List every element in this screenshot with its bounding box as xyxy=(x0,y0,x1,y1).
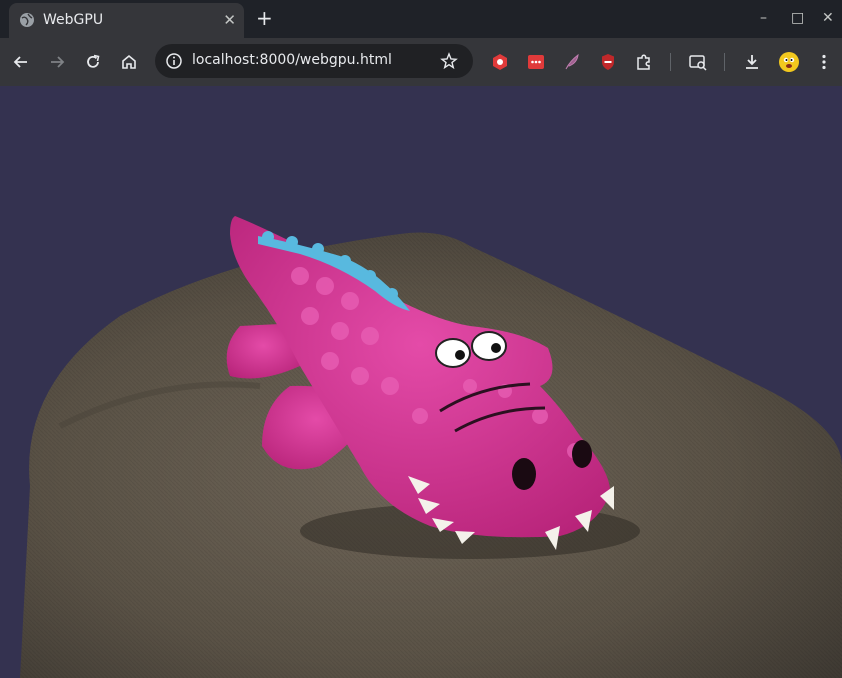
reload-icon[interactable] xyxy=(83,52,103,72)
hexagon-extension-icon[interactable] xyxy=(490,52,510,72)
webgpu-canvas[interactable] xyxy=(0,86,842,678)
browser-toolbar: localhost:8000/webgpu.html xyxy=(0,38,842,87)
feather-icon[interactable] xyxy=(562,52,582,72)
bookmark-star-icon[interactable] xyxy=(440,52,458,70)
tab-strip: WebGPU ✕ + – □ ✕ xyxy=(0,0,842,38)
minimize-button[interactable]: – xyxy=(760,10,767,26)
menu-kebab-icon[interactable] xyxy=(814,52,834,72)
back-icon[interactable] xyxy=(11,52,31,72)
site-info-icon[interactable] xyxy=(165,52,183,70)
home-icon[interactable] xyxy=(119,52,139,72)
toolbar-divider xyxy=(724,53,725,71)
address-bar[interactable]: localhost:8000/webgpu.html xyxy=(155,44,473,78)
tab-title: WebGPU xyxy=(43,12,104,28)
close-window-button[interactable]: ✕ xyxy=(822,10,834,26)
url-text: localhost:8000/webgpu.html xyxy=(192,52,392,68)
blocker-shield-icon[interactable] xyxy=(598,52,618,72)
forward-icon[interactable] xyxy=(47,52,67,72)
globe-icon xyxy=(20,13,34,27)
toolbar-divider xyxy=(670,53,671,71)
downloads-icon[interactable] xyxy=(742,52,762,72)
maximize-button[interactable]: □ xyxy=(791,10,804,26)
tab-webgpu[interactable]: WebGPU ✕ xyxy=(9,3,244,38)
new-tab-button[interactable]: + xyxy=(256,8,273,28)
tab-close-icon[interactable]: ✕ xyxy=(223,12,236,28)
extensions-puzzle-icon[interactable] xyxy=(634,52,654,72)
profile-avatar-icon[interactable] xyxy=(778,51,800,73)
tab-search-icon[interactable] xyxy=(688,52,708,72)
password-manager-icon[interactable] xyxy=(526,52,546,72)
scene-render xyxy=(20,216,842,678)
